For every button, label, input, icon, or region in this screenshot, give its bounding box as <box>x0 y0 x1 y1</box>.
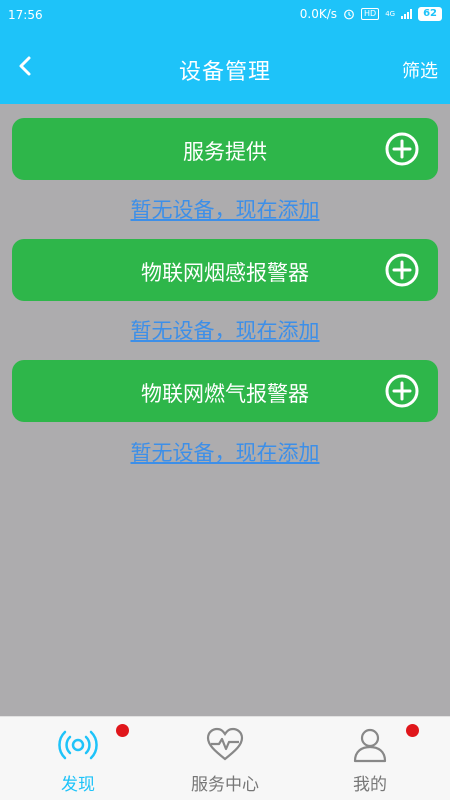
navbar: 设备管理 筛选 <box>0 30 450 104</box>
section-card-gas-alarm[interactable]: 物联网燃气报警器 <box>12 360 438 422</box>
section-title: 服务提供 <box>183 140 267 164</box>
status-time: 17:56 <box>8 8 43 22</box>
user-icon <box>353 728 387 763</box>
tab-label: 服务中心 <box>191 775 259 795</box>
tab-label: 发现 <box>61 775 95 795</box>
filter-button[interactable]: 筛选 <box>402 57 438 83</box>
add-device-link[interactable]: 暂无设备，现在添加 <box>0 315 450 345</box>
tab-discover[interactable]: 发现 <box>3 717 153 800</box>
network-type: 4G <box>385 10 396 18</box>
notification-badge <box>406 724 419 737</box>
status-bar: 17:56 0.0K/s HD 4G 62 <box>0 0 450 30</box>
section-card-service[interactable]: 服务提供 <box>12 118 438 180</box>
add-circle-icon[interactable] <box>384 373 420 409</box>
section-title: 物联网烟感报警器 <box>141 261 309 285</box>
page-title: 设备管理 <box>178 60 271 85</box>
header-bar: 17:56 0.0K/s HD 4G 62 设备管理 筛选 <box>0 0 450 104</box>
network-speed: 0.0K/s <box>299 7 337 21</box>
heart-pulse-icon <box>206 727 244 761</box>
add-device-link[interactable]: 暂无设备，现在添加 <box>0 194 450 224</box>
section-title: 物联网燃气报警器 <box>141 382 309 406</box>
tab-service-center[interactable]: 服务中心 <box>150 717 300 800</box>
section-card-smoke-alarm[interactable]: 物联网烟感报警器 <box>12 239 438 301</box>
notification-badge <box>116 724 129 737</box>
device-list: 服务提供 暂无设备，现在添加 物联网烟感报警器 暂无设备，现在添加 物联网燃气报… <box>0 104 450 716</box>
bottom-nav: 发现 服务中心 我的 <box>0 716 450 800</box>
battery-indicator: 62 <box>418 7 442 21</box>
add-device-link[interactable]: 暂无设备，现在添加 <box>0 437 450 467</box>
hd-badge: HD <box>361 8 380 20</box>
status-indicators: 0.0K/s HD 4G 62 <box>300 7 442 21</box>
tab-mine[interactable]: 我的 <box>295 717 445 800</box>
signal-icon <box>401 9 413 19</box>
add-circle-icon[interactable] <box>384 131 420 167</box>
alarm-icon <box>344 9 354 20</box>
add-circle-icon[interactable] <box>384 252 420 288</box>
tab-label: 我的 <box>353 775 387 795</box>
broadcast-icon <box>58 730 98 760</box>
